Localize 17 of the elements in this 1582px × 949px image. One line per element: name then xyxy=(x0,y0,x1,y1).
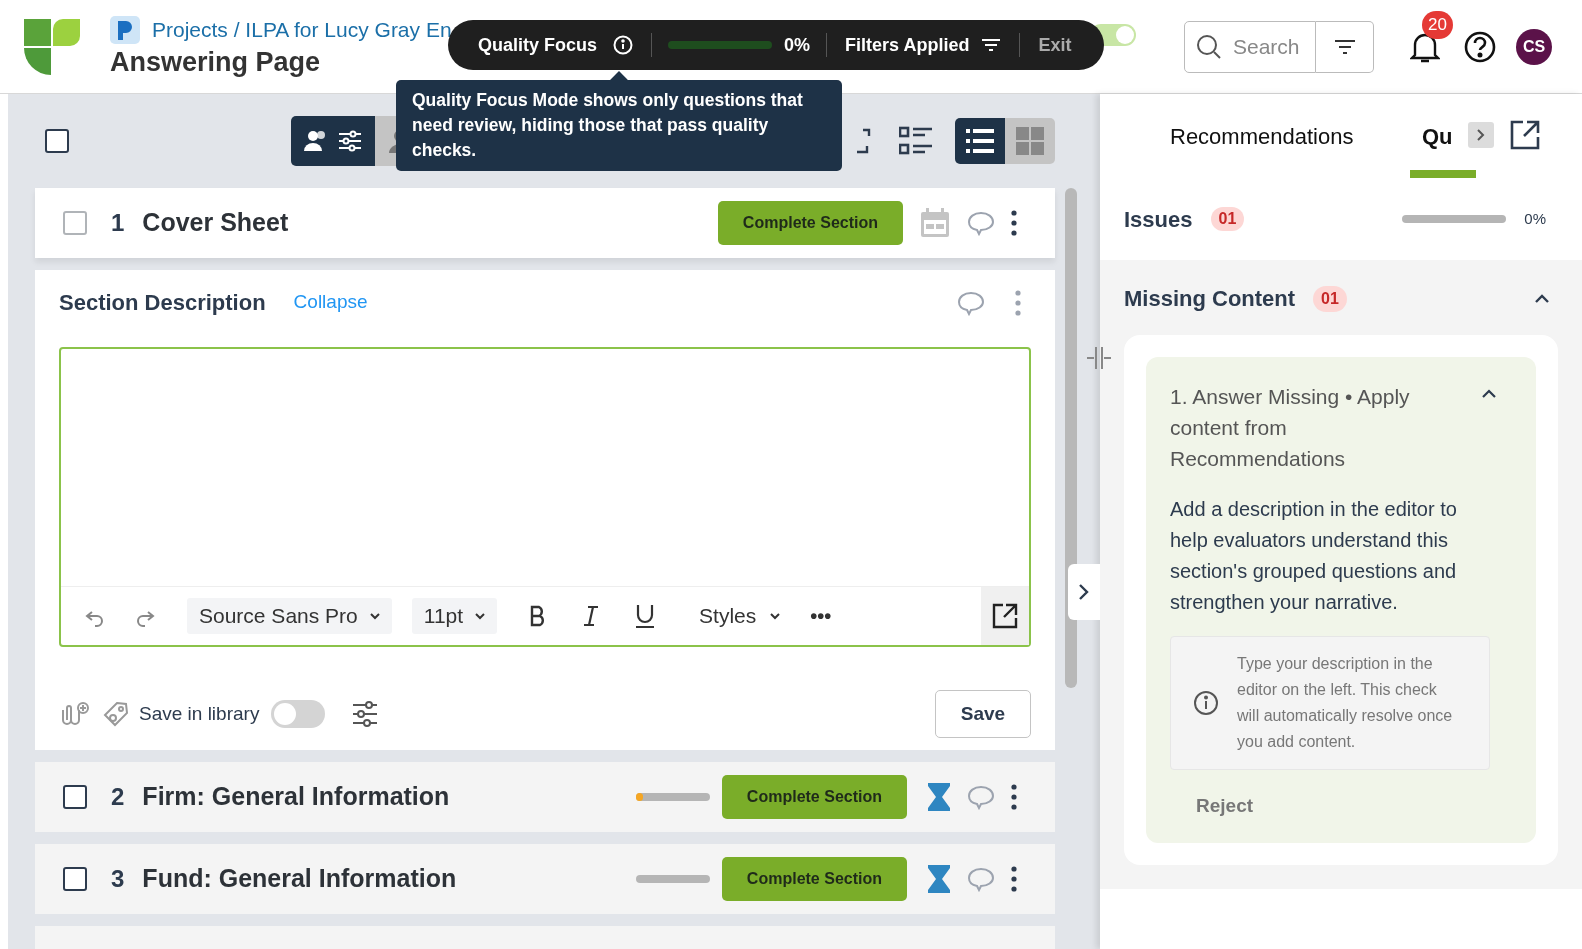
quality-percent: 0% xyxy=(784,33,811,57)
issues-count: 01 xyxy=(1210,207,1245,231)
note-text: Type your description in the editor on the left. This check will automatically resolve once you add content. xyxy=(1237,654,1454,752)
section-number: 1 xyxy=(111,208,125,238)
issues-percent: 0% xyxy=(1524,208,1546,229)
panel-title: Section Description xyxy=(59,289,266,317)
page-title: Answering Page xyxy=(110,46,322,80)
issue-description: Add a description in the editor to help evaluators understand this section's grouped questions and strengthen your narrative. xyxy=(1170,497,1458,615)
section-number: 3 xyxy=(111,864,125,894)
group-title: Missing Content xyxy=(1124,285,1296,313)
quality-focus-label: Quality Focus xyxy=(478,33,598,57)
group-count: 01 xyxy=(1313,285,1347,312)
save-in-library-label: Save in library xyxy=(139,701,260,726)
section-number: 2 xyxy=(111,782,125,812)
issues-label: Issues xyxy=(1124,205,1193,234)
tooltip-text: Quality Focus Mode shows only questions that need review, hiding those that pass quality checks. xyxy=(412,89,804,162)
notification-badge: 20 xyxy=(1422,10,1453,39)
